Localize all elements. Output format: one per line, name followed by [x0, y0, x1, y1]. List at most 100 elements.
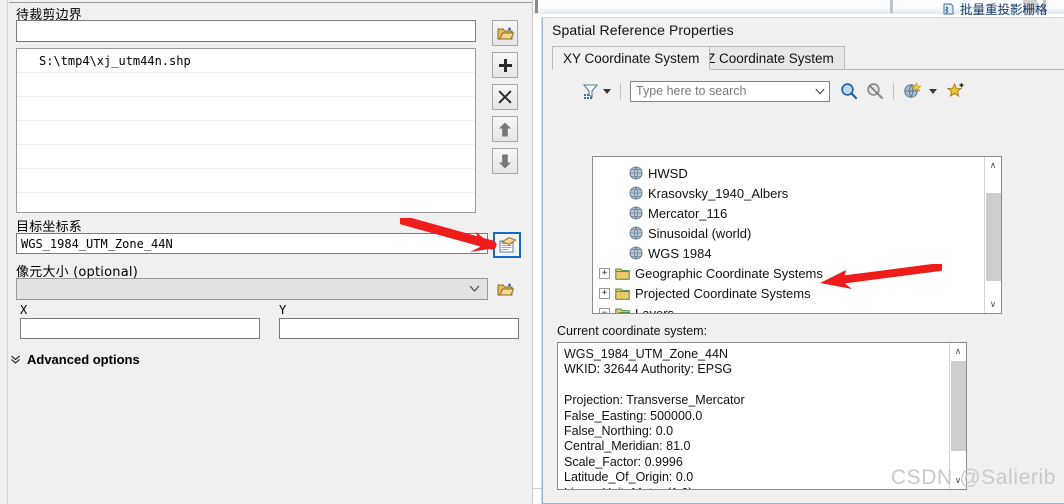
expander-icon[interactable]: + — [599, 287, 610, 299]
scroll-up-icon[interactable]: ∧ — [950, 343, 966, 360]
x-input[interactable] — [20, 318, 260, 339]
tree-row[interactable]: + Geographic Coordinate Systems — [599, 263, 1001, 283]
clip-boundary-browse-button[interactable] — [492, 20, 518, 46]
chevron-down-icon[interactable] — [815, 87, 825, 96]
chevron-down-icon — [469, 285, 480, 292]
dialog-titlebar[interactable]: Spatial Reference Properties — [543, 18, 1064, 44]
add-button[interactable] — [492, 52, 518, 78]
tree-scroll-thumb[interactable] — [986, 193, 1001, 281]
arrow-up-icon — [499, 122, 511, 136]
tree-row[interactable]: Mercator_116 — [599, 203, 1001, 223]
move-up-button[interactable] — [492, 116, 518, 142]
find-button[interactable] — [840, 82, 858, 100]
search-combo[interactable]: Type here to search — [630, 80, 830, 102]
dialog-title: Spatial Reference Properties — [552, 22, 734, 38]
coordinate-system-tree[interactable]: HWSD Krasovsky_1940_Albers Mercator_116 … — [592, 156, 1002, 314]
list-item[interactable] — [17, 121, 475, 145]
clip-boundary-input[interactable] — [16, 20, 476, 42]
tree-row-label: Geographic Coordinate Systems — [635, 265, 823, 281]
current-coordinate-system-label: Current coordinate system: — [557, 324, 708, 338]
star-add-icon — [947, 82, 964, 98]
y-input[interactable] — [279, 318, 519, 339]
search-input[interactable]: Type here to search — [630, 80, 830, 102]
geoprocessing-tool-panel: 待裁剪边界 S:\tmp4\xj_utm44n.shp 目标坐标系 WGS_19… — [0, 0, 533, 504]
tree-row-label: HWSD — [648, 165, 688, 181]
current-coordinate-system-text: WGS_1984_UTM_Zone_44N WKID: 32644 Author… — [564, 347, 745, 489]
spatial-reference-icon — [499, 236, 516, 253]
list-item[interactable] — [17, 145, 475, 169]
folder-icon — [615, 268, 630, 280]
tree-scrollbar[interactable]: ∧ ∨ — [984, 157, 1001, 313]
dialog-body: XY Coordinate System Z Coordinate System — [552, 46, 1064, 496]
cell-size-combo[interactable] — [16, 278, 488, 300]
magnifier-clear-icon — [867, 83, 884, 100]
globe-chevron-down-icon[interactable] — [929, 88, 937, 94]
list-item[interactable] — [17, 97, 475, 121]
tree-row-label: Projected Coordinate Systems — [635, 285, 811, 301]
background-splitter-left — [535, 0, 538, 13]
advanced-options-toggle[interactable]: Advanced options — [10, 352, 140, 367]
globe-icon — [629, 226, 643, 240]
tree-row[interactable]: + Projected Coordinate Systems — [599, 283, 1001, 303]
tree-row-label: WGS 1984 — [648, 245, 712, 261]
list-item[interactable] — [17, 193, 475, 212]
list-item[interactable]: S:\tmp4\xj_utm44n.shp — [17, 49, 475, 73]
expander-icon[interactable]: + — [599, 267, 610, 279]
filter-icon[interactable] — [582, 83, 599, 100]
tab-xy-label: XY Coordinate System — [563, 51, 700, 66]
scroll-up-icon[interactable]: ∧ — [985, 157, 1001, 174]
arrow-down-icon — [499, 154, 511, 168]
input-features-list[interactable]: S:\tmp4\xj_utm44n.shp — [16, 48, 476, 213]
x-label: X — [20, 303, 28, 317]
advanced-options-label: Advanced options — [27, 352, 140, 367]
panel-scrollbar[interactable] — [0, 0, 8, 504]
tree-row[interactable]: Sinusoidal (world) — [599, 223, 1001, 243]
tree-row-label: Mercator_116 — [648, 205, 728, 221]
list-item[interactable] — [17, 73, 475, 97]
plus-icon — [498, 58, 512, 72]
tab-z-coordinate-system[interactable]: Z Coordinate System — [696, 46, 845, 70]
globe-icon — [629, 186, 643, 200]
background-splitter-mid — [890, 0, 893, 13]
add-to-favorites-button[interactable] — [947, 82, 965, 100]
tab-xy-coordinate-system[interactable]: XY Coordinate System — [552, 46, 711, 70]
scroll-down-icon[interactable]: ∨ — [985, 296, 1001, 313]
toolbar-separator — [893, 82, 894, 100]
target-crs-picker-button[interactable] — [493, 232, 521, 258]
chevron-double-down-icon — [11, 355, 20, 364]
tree-row[interactable]: − Layers — [599, 303, 1001, 313]
expander-icon[interactable]: − — [599, 307, 610, 313]
tab-strip: XY Coordinate System Z Coordinate System — [552, 46, 1064, 70]
screenshot-root: 待裁剪边界 S:\tmp4\xj_utm44n.shp 目标坐标系 WGS_19… — [0, 0, 1064, 504]
folder-open-icon — [497, 27, 514, 39]
clear-find-button[interactable] — [866, 82, 884, 100]
watermark: CSDN @Salierib — [890, 466, 1056, 489]
globe-icon — [629, 166, 643, 180]
globe-icon — [629, 246, 643, 260]
tree-row[interactable]: Krasovsky_1940_Albers — [599, 183, 1001, 203]
current-cs-scroll-thumb[interactable] — [951, 361, 966, 451]
dialog-toolbar: Type here to search — [556, 78, 1061, 104]
panel-top-divider — [9, 0, 532, 3]
magnifier-icon — [841, 83, 858, 100]
folder-icon — [615, 288, 630, 300]
remove-button[interactable] — [492, 84, 518, 110]
filter-chevron-down-icon[interactable] — [603, 88, 611, 94]
y-label: Y — [279, 303, 287, 317]
tree-row[interactable]: HWSD — [599, 163, 1001, 183]
filter-icon — [582, 83, 599, 99]
target-crs-input[interactable]: WGS_1984_UTM_Zone_44N — [16, 233, 488, 254]
globe-icon — [629, 206, 643, 220]
cell-size-browse-button[interactable] — [492, 276, 518, 302]
script-tool-icon — [943, 3, 954, 14]
folder-open-icon — [615, 308, 630, 313]
tab-z-label: Z Coordinate System — [707, 51, 834, 66]
list-item[interactable] — [17, 169, 475, 193]
folder-open-icon — [497, 283, 514, 295]
add-coordinate-system-button[interactable] — [903, 82, 921, 100]
cross-icon — [498, 90, 512, 104]
tree-row[interactable]: WGS 1984 — [599, 243, 1001, 263]
move-down-button[interactable] — [492, 148, 518, 174]
toolbar-separator — [620, 82, 621, 100]
globe-add-icon — [904, 82, 921, 98]
